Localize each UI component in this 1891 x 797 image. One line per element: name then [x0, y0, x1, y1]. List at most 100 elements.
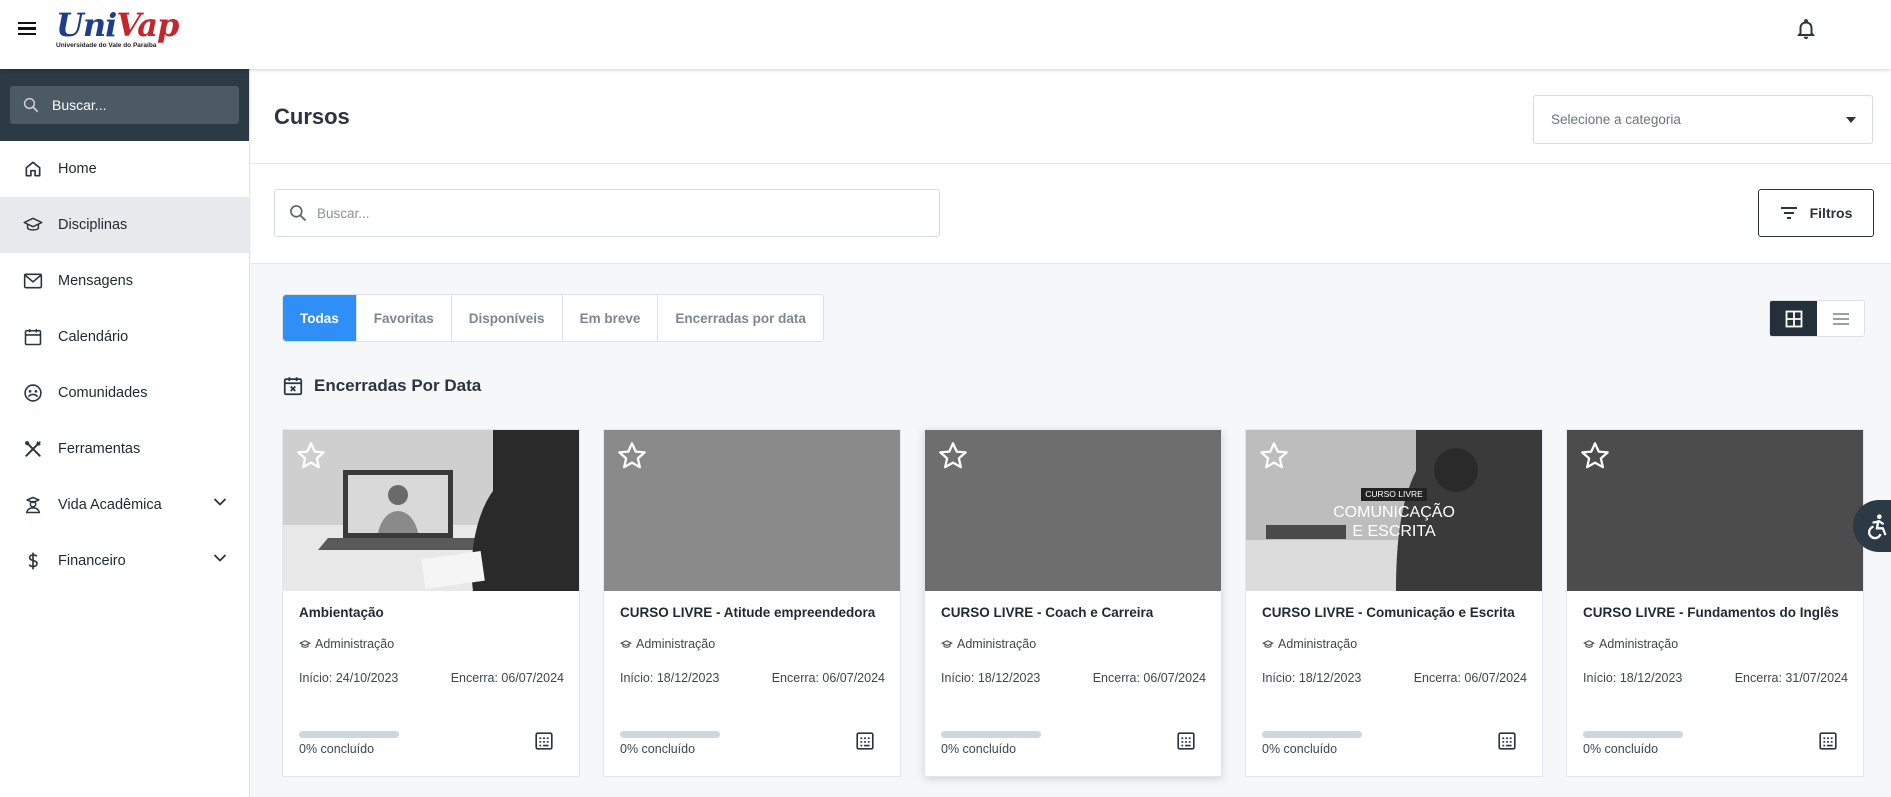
graduation-cap-icon [941, 639, 953, 648]
course-category: Administração [299, 637, 394, 651]
video-call-illustration [283, 430, 579, 591]
course-end-date: Encerra: 06/07/2024 [450, 671, 564, 685]
star-icon[interactable] [937, 440, 969, 472]
course-progress-bar [1583, 731, 1683, 738]
bell-icon[interactable] [1794, 17, 1818, 41]
tools-icon [22, 438, 44, 460]
grid-view-button[interactable] [1770, 301, 1817, 336]
course-category: Administração [941, 637, 1036, 651]
filters-button[interactable]: Filtros [1758, 189, 1874, 237]
course-title[interactable]: CURSO LIVRE - Atitude empreendedora [620, 605, 875, 620]
chevron-down-icon[interactable] [213, 553, 227, 563]
course-thumbnail [604, 430, 900, 591]
sidebar-item-home[interactable]: Home [0, 141, 249, 197]
grades-icon[interactable] [1817, 730, 1839, 752]
grades-icon[interactable] [1175, 730, 1197, 752]
course-category: Administração [1583, 637, 1678, 651]
sidebar-search-input[interactable]: Buscar... [10, 86, 239, 124]
tab-em-breve[interactable]: Em breve [563, 295, 659, 341]
filters-label: Filtros [1809, 205, 1853, 221]
grades-icon[interactable] [533, 730, 555, 752]
star-icon[interactable] [1579, 440, 1611, 472]
chevron-down-icon[interactable] [213, 497, 227, 507]
home-icon [22, 158, 44, 180]
course-thumbnail [925, 430, 1221, 591]
course-card[interactable]: CURSO LIVRE - Coach e Carreira Administr… [924, 429, 1222, 777]
course-progress-label: 0% concluído [1262, 742, 1338, 756]
main-content: Cursos Selecione a categoria Buscar... F… [251, 69, 1891, 797]
course-card[interactable]: Ambientação Administração Início: 24/10/… [282, 429, 580, 777]
course-progress-label: 0% concluído [1583, 742, 1659, 756]
list-view-button[interactable] [1817, 301, 1864, 336]
sidebar-item-calendario[interactable]: Calendário [0, 309, 249, 365]
sidebar-item-disciplinas[interactable]: Disciplinas [0, 197, 249, 253]
menu-icon[interactable] [18, 19, 40, 39]
grades-icon[interactable] [1496, 730, 1518, 752]
graduation-cap-icon [22, 214, 44, 236]
course-search-input[interactable]: Buscar... [274, 189, 940, 237]
course-progress-bar [1262, 731, 1362, 738]
grades-icon[interactable] [854, 730, 876, 752]
list-icon [1832, 312, 1849, 325]
course-start-date: Início: 18/12/2023 [620, 671, 720, 685]
course-card[interactable]: CURSO LIVRE COMUNICAÇÃO E ESCRITA CURSO … [1245, 429, 1543, 777]
course-progress-label: 0% concluído [299, 742, 375, 756]
course-progress-bar [941, 731, 1041, 738]
course-card[interactable]: CURSO LIVRE - Atitude empreendedora Admi… [603, 429, 901, 777]
course-progress-label: 0% concluído [941, 742, 1017, 756]
course-end-date: Encerra: 06/07/2024 [1092, 671, 1206, 685]
tab-disponiveis[interactable]: Disponíveis [452, 295, 563, 341]
section-title: Encerradas Por Data [282, 375, 481, 397]
sidebar: Buscar... Home Disciplinas Mensagens Cal… [0, 69, 250, 797]
course-end-date: Encerra: 06/07/2024 [1413, 671, 1527, 685]
dollar-icon [22, 550, 44, 572]
course-progress-label: 0% concluído [620, 742, 696, 756]
course-card[interactable]: CURSO LIVRE - Fundamentos do Inglês Admi… [1566, 429, 1864, 777]
sidebar-item-vida-academica[interactable]: Vida Acadêmica [0, 477, 249, 533]
course-progress-bar [620, 731, 720, 738]
course-title[interactable]: CURSO LIVRE - Comunicação e Escrita [1262, 605, 1515, 620]
course-tabs: Todas Favoritas Disponíveis Em breve Enc… [282, 294, 824, 342]
logo-subtitle: Universidade do Vale do Paraíba [56, 42, 157, 49]
page-header: Cursos Selecione a categoria [251, 69, 1891, 164]
course-thumbnail [1567, 430, 1863, 591]
course-dates: Início: 18/12/2023 Encerra: 06/07/2024 [620, 671, 885, 685]
course-title[interactable]: CURSO LIVRE - Fundamentos do Inglês [1583, 605, 1839, 620]
sidebar-item-comunidades[interactable]: Comunidades [0, 365, 249, 421]
course-start-date: Início: 18/12/2023 [1583, 671, 1683, 685]
graduation-cap-icon [1583, 639, 1595, 648]
logo-mark: UniVap [56, 6, 179, 44]
course-end-date: Encerra: 06/07/2024 [771, 671, 885, 685]
accessibility-icon [1868, 514, 1887, 540]
grid-icon [1785, 310, 1802, 327]
course-category-label: Administração [1599, 637, 1679, 651]
top-bar: UniVap Universidade do Vale do Paraíba [0, 0, 1891, 69]
category-select-value: Selecione a categoria [1551, 112, 1681, 127]
course-dates: Início: 18/12/2023 Encerra: 06/07/2024 [941, 671, 1206, 685]
tab-encerradas-por-data[interactable]: Encerradas por data [658, 295, 823, 341]
course-dates: Início: 24/10/2023 Encerra: 06/07/2024 [299, 671, 564, 685]
category-select[interactable]: Selecione a categoria [1533, 95, 1873, 144]
tab-todas[interactable]: Todas [283, 295, 357, 341]
sidebar-item-label: Comunidades [58, 385, 148, 401]
thumb-caption-line1: COMUNICAÇÃO [1333, 504, 1455, 521]
tab-favoritas[interactable]: Favoritas [357, 295, 452, 341]
graduation-cap-icon [620, 639, 632, 648]
course-title[interactable]: CURSO LIVRE - Coach e Carreira [941, 605, 1153, 620]
course-title[interactable]: Ambientação [299, 605, 384, 620]
course-category-label: Administração [1278, 637, 1358, 651]
sidebar-search-wrap: Buscar... [0, 69, 249, 141]
sidebar-item-mensagens[interactable]: Mensagens [0, 253, 249, 309]
sidebar-item-ferramentas[interactable]: Ferramentas [0, 421, 249, 477]
star-icon[interactable] [616, 440, 648, 472]
univap-logo[interactable]: UniVap Universidade do Vale do Paraíba [56, 6, 179, 54]
course-category: Administração [620, 637, 715, 651]
sidebar-item-label: Home [58, 161, 97, 177]
course-progress-bar [299, 731, 399, 738]
thumb-caption-line2: E ESCRITA [1352, 523, 1436, 540]
course-dates: Início: 18/12/2023 Encerra: 31/07/2024 [1583, 671, 1848, 685]
star-icon[interactable] [1258, 440, 1290, 472]
star-icon[interactable] [295, 440, 327, 472]
course-end-date: Encerra: 31/07/2024 [1734, 671, 1848, 685]
sidebar-item-financeiro[interactable]: Financeiro [0, 533, 249, 589]
